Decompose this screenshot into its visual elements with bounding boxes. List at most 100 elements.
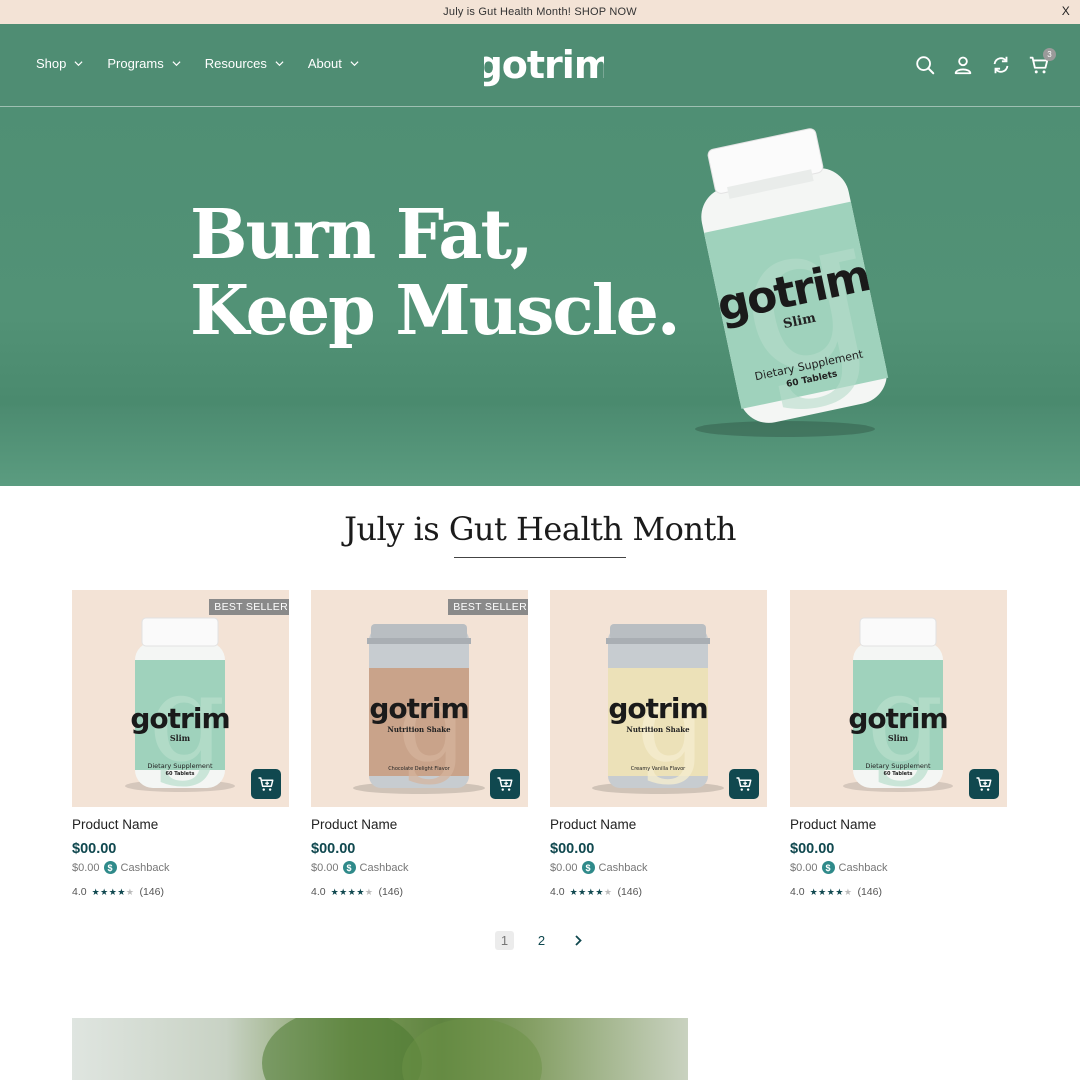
cashback-label: Cashback bbox=[598, 861, 648, 874]
review-count[interactable]: (146) bbox=[857, 886, 882, 898]
product-price: $00.00 bbox=[72, 841, 117, 857]
add-to-cart-button[interactable] bbox=[729, 769, 759, 799]
chevron-down-icon bbox=[350, 61, 359, 67]
product-brand-text: gotrim bbox=[369, 692, 468, 725]
rating-row: 4.0 ★★★★★ (146) bbox=[550, 886, 767, 898]
product-brand-text: gotrim bbox=[130, 702, 229, 735]
nav-about-label: About bbox=[307, 56, 342, 71]
rating-row: 4.0 ★★★★★ (146) bbox=[311, 886, 528, 898]
review-count[interactable]: (146) bbox=[617, 886, 642, 898]
cashback-amount: $0.00 bbox=[72, 861, 100, 874]
hero-line-2: Keep Muscle. bbox=[190, 271, 681, 351]
add-to-cart-button[interactable] bbox=[490, 769, 520, 799]
product-image[interactable]: g gotrim Nutrition Shake Creamy Vanilla … bbox=[550, 590, 767, 807]
product-card[interactable]: g gotrim Nutrition Shake Creamy Vanilla … bbox=[550, 590, 767, 898]
product-brand-text: gotrim bbox=[608, 692, 707, 725]
add-to-cart-icon bbox=[736, 777, 752, 791]
star-rating-icon: ★★★★★ bbox=[91, 886, 135, 897]
product-count-text: 60 Tablets bbox=[166, 771, 195, 777]
chevron-right-icon[interactable] bbox=[569, 931, 588, 950]
header-icons: 3 bbox=[914, 48, 1056, 76]
nav-shop[interactable]: Shop bbox=[36, 56, 83, 71]
cashback-label: Cashback bbox=[359, 861, 409, 874]
product-label-text: Dietary Supplement bbox=[865, 762, 931, 770]
add-to-cart-button[interactable] bbox=[969, 769, 999, 799]
cashback-icon: $ bbox=[821, 861, 835, 874]
cashback-label: Cashback bbox=[838, 861, 888, 874]
cashback-label: Cashback bbox=[120, 861, 170, 874]
product-name[interactable]: Product Name bbox=[72, 817, 289, 832]
announcement-bar[interactable]: July is Gut Health Month! SHOP NOW X bbox=[0, 0, 1080, 24]
cashback-row: $0.00 $ Cashback bbox=[550, 861, 767, 874]
nav-programs-label: Programs bbox=[107, 56, 164, 71]
pagination: 1 2 bbox=[495, 931, 588, 950]
star-rating-icon: ★★★★★ bbox=[330, 886, 374, 897]
cashback-row: $0.00 $ Cashback bbox=[72, 861, 289, 874]
subscription-icon[interactable] bbox=[990, 54, 1012, 76]
gotrim-logo[interactable]: gotrim bbox=[484, 40, 604, 90]
product-image[interactable]: g gotrim Slim Dietary Supplement 60 Tabl… bbox=[72, 590, 289, 807]
chevron-down-icon bbox=[172, 61, 181, 67]
nav-shop-label: Shop bbox=[36, 56, 67, 71]
product-card[interactable]: g gotrim Slim Dietary Supplement 60 Tabl… bbox=[790, 590, 1007, 898]
cashback-icon: $ bbox=[342, 861, 356, 874]
hero-line-1: Burn Fat, bbox=[190, 195, 534, 275]
product-variant-text: Nutrition Shake bbox=[626, 725, 690, 734]
product-card[interactable]: g gotrim Slim Dietary Supplement 60 Tabl… bbox=[72, 590, 289, 898]
cashback-icon: $ bbox=[581, 861, 595, 874]
nav-resources[interactable]: Resources bbox=[205, 56, 284, 71]
chevron-down-icon bbox=[74, 61, 83, 67]
announcement-text[interactable]: July is Gut Health Month! SHOP NOW bbox=[443, 6, 637, 18]
hero-banner[interactable]: Burn Fat, Keep Muscle. g gotrim Slim Die… bbox=[0, 107, 1080, 486]
product-image[interactable]: g gotrim Slim Dietary Supplement 60 Tabl… bbox=[790, 590, 1007, 807]
nav-resources-label: Resources bbox=[204, 56, 267, 71]
account-icon[interactable] bbox=[952, 54, 974, 76]
cashback-row: $0.00 $ Cashback bbox=[311, 861, 528, 874]
chevron-down-icon bbox=[275, 61, 284, 67]
product-name[interactable]: Product Name bbox=[311, 817, 528, 832]
product-image[interactable]: g gotrim Nutrition Shake Chocolate Delig… bbox=[311, 590, 528, 807]
best-seller-badge: BEST SELLER bbox=[209, 599, 289, 615]
add-to-cart-button[interactable] bbox=[251, 769, 281, 799]
page-1-button[interactable]: 1 bbox=[495, 931, 514, 950]
cashback-amount: $0.00 bbox=[550, 861, 578, 874]
product-price: $00.00 bbox=[550, 841, 595, 857]
rating-value: 4.0 bbox=[790, 886, 805, 898]
site-header: Shop Programs Resources About gotrim 3 bbox=[0, 24, 1080, 107]
product-name[interactable]: Product Name bbox=[550, 817, 767, 832]
section-title: July is Gut Health Month bbox=[344, 510, 736, 548]
review-count[interactable]: (146) bbox=[139, 886, 164, 898]
hero-headline: Burn Fat, Keep Muscle. bbox=[190, 195, 681, 351]
section-title-underline bbox=[454, 557, 626, 558]
product-count-text: 60 Tablets bbox=[884, 771, 913, 777]
close-announcement-button[interactable]: X bbox=[1062, 4, 1070, 18]
product-label-text: Dietary Supplement bbox=[147, 762, 213, 770]
product-flavor-text: Chocolate Delight Flavor bbox=[388, 766, 451, 772]
review-count[interactable]: (146) bbox=[378, 886, 403, 898]
cart-button[interactable]: 3 bbox=[1028, 48, 1056, 76]
cashback-row: $0.00 $ Cashback bbox=[790, 861, 1007, 874]
product-variant-text: Nutrition Shake bbox=[387, 725, 451, 734]
cart-count-badge: 3 bbox=[1043, 48, 1056, 61]
search-icon[interactable] bbox=[914, 54, 936, 76]
product-card[interactable]: g gotrim Nutrition Shake Chocolate Delig… bbox=[311, 590, 528, 898]
nav-programs[interactable]: Programs bbox=[107, 56, 181, 71]
foliage-blur bbox=[402, 1018, 542, 1080]
rating-row: 4.0 ★★★★★ (146) bbox=[72, 886, 289, 898]
rating-row: 4.0 ★★★★★ (146) bbox=[790, 886, 1007, 898]
product-variant-text: Slim bbox=[170, 733, 191, 743]
cashback-amount: $0.00 bbox=[311, 861, 339, 874]
add-to-cart-icon bbox=[497, 777, 513, 791]
product-name[interactable]: Product Name bbox=[790, 817, 1007, 832]
cashback-amount: $0.00 bbox=[790, 861, 818, 874]
star-rating-icon: ★★★★★ bbox=[569, 886, 613, 897]
add-to-cart-icon bbox=[258, 777, 274, 791]
page-2-button[interactable]: 2 bbox=[532, 931, 551, 950]
product-variant-text: Slim bbox=[888, 733, 909, 743]
product-price: $00.00 bbox=[790, 841, 835, 857]
product-price: $00.00 bbox=[311, 841, 356, 857]
hero-floor bbox=[0, 407, 1080, 486]
star-rating-icon: ★★★★★ bbox=[809, 886, 853, 897]
product-brand-text: gotrim bbox=[848, 702, 947, 735]
nav-about[interactable]: About bbox=[308, 56, 359, 71]
